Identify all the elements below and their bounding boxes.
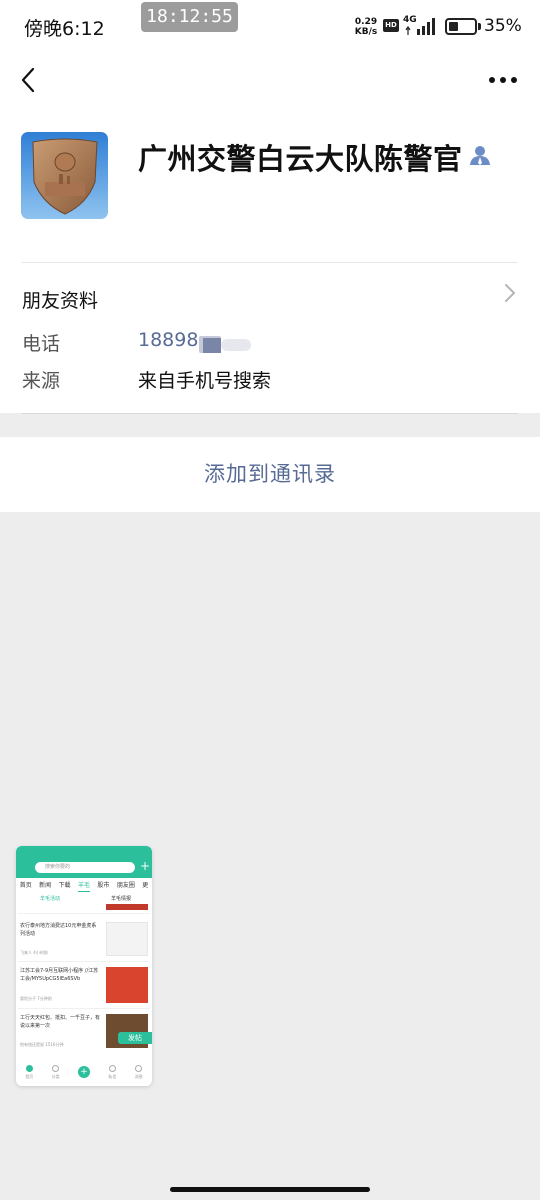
- home-indicator[interactable]: [170, 1187, 370, 1192]
- status-time: 傍晚6:12: [24, 18, 105, 40]
- thumbnail-divider: [18, 1008, 150, 1009]
- phone-label: 电话: [22, 333, 61, 355]
- thumbnail-item-text: 工行天天红包、抵扣、一千豆子，有说以来第一次: [20, 1015, 101, 1029]
- status-bar: 傍晚6:12 18:12:55 0.29 KB/s HD 4G 35%: [0, 0, 540, 56]
- divider: [22, 413, 518, 414]
- source-label: 来源: [22, 370, 61, 392]
- thumbnail-item-text: 农行泰州地方消费达10元申金虎系列活动: [20, 923, 97, 937]
- thumbnail-image: [106, 904, 148, 910]
- friend-info-title[interactable]: 朋友资料: [22, 286, 98, 313]
- thumbnail-tab: 更: [142, 882, 149, 889]
- thumbnail-nav-item: 私信: [108, 1064, 116, 1080]
- thumbnail-search-input: 搜索你要的: [35, 862, 135, 873]
- thumbnail-divider: [18, 913, 150, 914]
- thumbnail-post-button: 发帖: [118, 1032, 152, 1044]
- thumbnail-item-meta: 冒险分子 7分钟前: [20, 996, 52, 1001]
- thumbnail-tab: 下载: [58, 882, 71, 889]
- thumbnail-subtab: 羊毛活动: [40, 896, 61, 902]
- redacted-area: [199, 336, 251, 353]
- floating-app-thumbnail[interactable]: 搜索你要的 + 首页 新闻 下载 羊毛 股市 朋友圈 更 羊毛活动 羊毛情报 农…: [16, 846, 152, 1086]
- battery-icon: [445, 18, 477, 35]
- back-arrow-icon[interactable]: [16, 64, 46, 96]
- thumbnail-item-text: 江苏工会7-9月互联网小程序 //江苏工会/MY5UpCG5lEa6SVb: [20, 968, 99, 982]
- contact-name: 广州交警白云大队陈警官: [138, 142, 463, 176]
- battery-percent: 35%: [484, 16, 522, 36]
- thumbnail-tab: 朋友圈: [116, 882, 135, 889]
- phone-value[interactable]: 18898: [138, 329, 198, 351]
- thumbnail-item-meta: 飞来人 4小时前: [20, 950, 48, 955]
- thumbnail-tab-active: 羊毛: [77, 880, 90, 892]
- thumbnail-divider: [18, 961, 150, 962]
- more-options-icon[interactable]: [486, 68, 520, 92]
- thumbnail-nav-item: 消息: [135, 1064, 143, 1080]
- verified-person-icon: [470, 146, 490, 165]
- battery-tip: [478, 23, 481, 30]
- thumbnail-tab: 新闻: [39, 882, 52, 889]
- thumbnail-subtab: 羊毛情报: [111, 896, 132, 902]
- thumbnail-add-icon: +: [77, 1066, 90, 1078]
- avatar[interactable]: [21, 132, 108, 219]
- chevron-right-icon[interactable]: [502, 282, 518, 304]
- divider: [22, 262, 518, 263]
- signal-icon: [405, 18, 435, 35]
- thumbnail-tab: 股市: [97, 882, 110, 889]
- source-value: 来自手机号搜索: [138, 370, 272, 392]
- thumbnail-plus-icon: +: [140, 859, 151, 873]
- thumbnail-image: [106, 922, 148, 956]
- add-to-contacts-button[interactable]: 添加到通讯录: [0, 437, 540, 512]
- thumbnail-tabs: 首页 新闻 下载 羊毛 股市 朋友圈 更: [16, 880, 152, 892]
- network-speed-value: 0.29: [354, 17, 378, 27]
- thumbnail-tab: 首页: [19, 882, 32, 889]
- network-speed-unit: KB/s: [354, 27, 378, 37]
- thumbnail-nav-item: 首页: [25, 1064, 33, 1080]
- hd-icon: HD: [383, 19, 399, 32]
- thumbnail-item-meta: 他有钱还是说 1516分钟: [20, 1042, 64, 1047]
- thumbnail-image: [106, 967, 148, 1003]
- thumbnail-bottom-nav: 首页 分类 + 私信 消息: [16, 1058, 152, 1086]
- network-speed: 0.29 KB/s: [353, 17, 379, 37]
- thumbnail-nav-item: 分类: [52, 1064, 60, 1080]
- screen-recording-timer: 18:12:55: [141, 2, 238, 32]
